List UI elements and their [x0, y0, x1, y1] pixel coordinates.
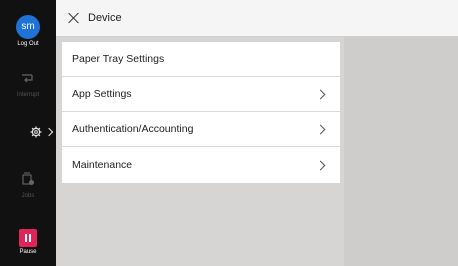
pause-icon	[19, 229, 37, 247]
chevron-right-icon	[315, 124, 326, 134]
jobs-button[interactable]: Jobs	[0, 172, 56, 199]
device-settings-button[interactable]	[30, 124, 54, 140]
logout-label: Log Out	[17, 41, 39, 47]
jobs-label: Jobs	[21, 193, 35, 199]
jobs-icon	[22, 172, 34, 185]
menu-item-maintenance[interactable]: Maintenance	[62, 147, 340, 183]
menu-item-label: Maintenance	[72, 159, 133, 171]
interrupt-label: Interrupt	[16, 92, 40, 98]
pause-label: Pause	[19, 249, 37, 255]
chevron-right-icon	[315, 89, 326, 99]
interrupt-button[interactable]: Interrupt	[0, 72, 56, 98]
settings-menu: Paper Tray Settings App Settings Authent…	[62, 42, 340, 183]
interrupt-icon	[22, 74, 33, 83]
chevron-right-icon	[315, 160, 326, 170]
sidebar: sm Log Out Interrupt Jobs Pause	[0, 0, 56, 266]
menu-item-label: App Settings	[72, 88, 132, 100]
detail-panel	[344, 37, 458, 266]
close-icon[interactable]	[68, 12, 80, 24]
header-bar: Device	[56, 0, 458, 37]
logout-button[interactable]: sm Log Out	[0, 15, 56, 47]
menu-item-label: Authentication/Accounting	[72, 123, 194, 135]
gear-icon	[30, 126, 42, 138]
menu-item-label: Paper Tray Settings	[72, 53, 165, 65]
menu-item-app-settings[interactable]: App Settings	[62, 77, 340, 112]
chevron-right-icon	[44, 127, 54, 137]
page-title: Device	[88, 12, 122, 24]
user-avatar: sm	[16, 15, 40, 39]
menu-item-paper-tray-settings[interactable]: Paper Tray Settings	[62, 42, 340, 77]
pause-button[interactable]: Pause	[0, 229, 56, 255]
menu-item-authentication-accounting[interactable]: Authentication/Accounting	[62, 112, 340, 147]
